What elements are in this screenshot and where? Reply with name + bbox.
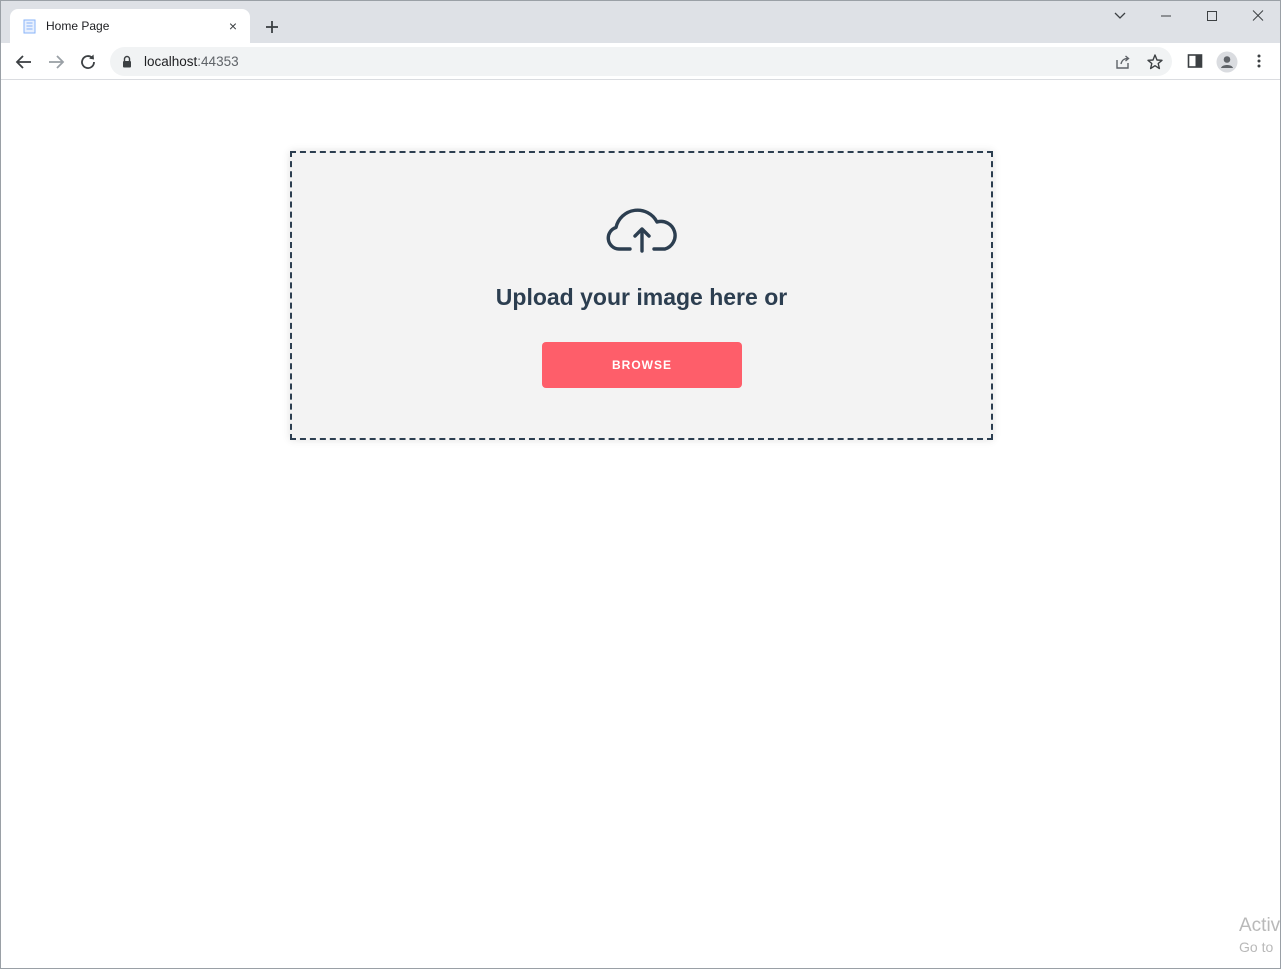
upload-dropzone[interactable]: Upload your image here or BROWSE <box>290 151 993 440</box>
share-icon[interactable] <box>1113 52 1133 72</box>
minimize-icon[interactable] <box>1151 5 1181 27</box>
url-host: localhost <box>144 54 198 69</box>
tab-title: Home Page <box>46 19 110 33</box>
close-tab-icon[interactable]: × <box>224 17 242 35</box>
tab-strip: Home Page × <box>1 1 1280 43</box>
upload-heading: Upload your image here or <box>495 284 788 310</box>
menu-icon[interactable] <box>1249 51 1269 71</box>
maximize-icon[interactable] <box>1197 5 1227 27</box>
browser-toolbar: localhost:44353 <box>1 43 1280 80</box>
close-icon[interactable] <box>1243 5 1273 27</box>
reload-icon[interactable] <box>76 50 100 74</box>
lock-icon[interactable] <box>122 55 132 73</box>
tab-home-page[interactable]: Home Page × <box>10 9 250 43</box>
star-icon[interactable] <box>1145 52 1165 72</box>
forward-icon[interactable] <box>44 50 68 74</box>
tab-search-icon[interactable] <box>1105 5 1135 27</box>
browse-button[interactable]: BROWSE <box>542 342 742 388</box>
back-icon[interactable] <box>12 50 36 74</box>
browser-window: Home Page × localhost:44353 Upload your … <box>0 0 1281 969</box>
side-panel-icon[interactable] <box>1185 51 1205 71</box>
url-text: localhost:44353 <box>144 54 239 69</box>
cloud-upload-icon <box>605 203 679 255</box>
activation-watermark: Activ Go to <box>1239 915 1280 955</box>
page-icon <box>23 19 37 34</box>
address-bar[interactable]: localhost:44353 <box>110 47 1172 76</box>
profile-icon[interactable] <box>1216 51 1238 73</box>
page-viewport: Upload your image here or BROWSE <box>1 81 1280 968</box>
url-port: :44353 <box>197 54 239 69</box>
watermark-line-2: Go to <box>1239 939 1274 955</box>
watermark-line-1: Activ <box>1239 915 1281 936</box>
plus-icon[interactable] <box>260 15 284 39</box>
